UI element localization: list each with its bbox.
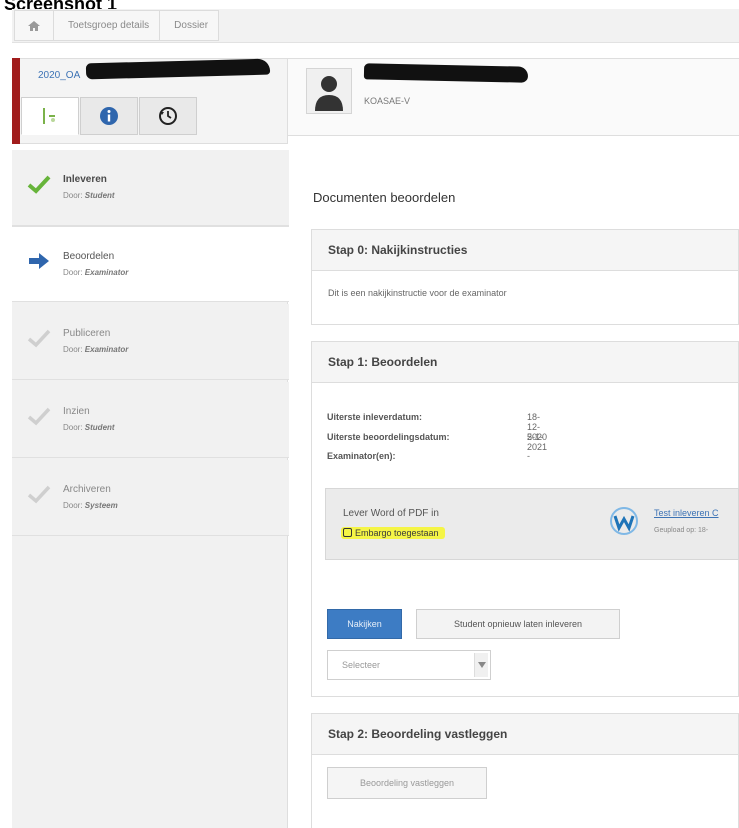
step-actor: Door: Systeem xyxy=(63,501,118,510)
step-title: Inzien xyxy=(63,406,90,417)
field-value: 5-1-2021 xyxy=(527,432,548,452)
student-code: KOASAE-V xyxy=(364,96,411,106)
breadcrumb-item-label: Dossier xyxy=(174,20,209,31)
word-document-icon xyxy=(610,507,638,535)
step-beoordelen[interactable]: Beoordelen Door: Examinator xyxy=(12,226,289,302)
panel-title: Stap 1: Beoordelen xyxy=(312,342,738,383)
step-title: Publiceren xyxy=(63,328,111,339)
chevron-down-icon xyxy=(474,653,488,677)
info-icon xyxy=(100,107,118,125)
record-grade-button[interactable]: Beoordeling vastleggen xyxy=(327,767,487,799)
redaction-mark xyxy=(363,63,529,83)
action-select[interactable]: Selecteer xyxy=(327,650,491,680)
field-label: Uiterste inleverdatum: xyxy=(327,412,423,422)
panel-stap-0: Stap 0: Nakijkinstructies Dit is een nak… xyxy=(311,229,739,325)
upload-label: Lever Word of PDF in xyxy=(343,508,439,519)
breadcrumb-home[interactable] xyxy=(14,10,53,41)
step-actor: Door: Student xyxy=(63,191,115,200)
tab-info[interactable] xyxy=(80,97,138,135)
upload-box xyxy=(325,488,739,560)
field-label: Uiterste beoordelingsdatum: xyxy=(327,432,450,442)
breadcrumb: Toetsgroep details Dossier xyxy=(14,10,220,41)
home-icon xyxy=(28,20,40,31)
instruction-text: Dit is een nakijkinstructie voor de exam… xyxy=(328,288,507,298)
select-value: Selecteer xyxy=(342,660,381,670)
check-icon xyxy=(27,329,51,348)
step-archiveren[interactable]: Archiveren Door: Systeem xyxy=(12,460,289,536)
step-title: Archiveren xyxy=(63,484,111,495)
workflow-icon xyxy=(43,108,55,124)
step-actor: Door: Student xyxy=(63,423,115,432)
check-icon xyxy=(27,485,51,504)
breadcrumb-item-label: Toetsgroep details xyxy=(68,20,150,31)
step-title: Beoordelen xyxy=(63,251,115,262)
uploaded-file-info: Geupload op: 18- xyxy=(654,527,709,534)
user-silhouette-icon xyxy=(315,76,343,111)
arrow-right-icon xyxy=(29,253,49,269)
avatar xyxy=(306,68,352,114)
panel-title: Stap 2: Beoordeling vastleggen xyxy=(312,714,738,755)
check-icon xyxy=(27,175,51,194)
embargo-label: Embargo toegestaan xyxy=(341,527,445,539)
step-inleveren[interactable]: Inleveren Door: Student xyxy=(12,150,289,226)
step-inzien[interactable]: Inzien Door: Student xyxy=(12,382,289,458)
step-title: Inleveren xyxy=(63,174,107,185)
tab-history[interactable] xyxy=(139,97,197,135)
dossier-id[interactable]: 2020_OA xyxy=(38,70,80,81)
uploaded-file-link[interactable]: Test inleveren C xyxy=(654,508,719,518)
page-title: Documenten beoordelen xyxy=(313,190,456,205)
embargo-check-icon xyxy=(343,528,352,537)
panel-title: Stap 0: Nakijkinstructies xyxy=(312,230,738,271)
field-label: Examinator(en): xyxy=(327,451,396,461)
step-actor: Door: Examinator xyxy=(63,345,129,354)
step-publiceren[interactable]: Publiceren Door: Examinator xyxy=(12,304,289,380)
nakijken-button[interactable]: Nakijken xyxy=(327,609,402,639)
history-icon xyxy=(159,107,177,125)
field-value: - xyxy=(527,451,530,461)
breadcrumb-toetsgroep[interactable]: Toetsgroep details xyxy=(53,10,160,41)
step-actor: Door: Examinator xyxy=(63,268,129,277)
resubmit-button[interactable]: Student opnieuw laten inleveren xyxy=(416,609,620,639)
status-bar xyxy=(12,58,20,144)
breadcrumb-dossier[interactable]: Dossier xyxy=(159,10,220,41)
dossier-tabs xyxy=(21,97,198,135)
tab-workflow[interactable] xyxy=(21,97,79,135)
check-icon xyxy=(27,407,51,426)
